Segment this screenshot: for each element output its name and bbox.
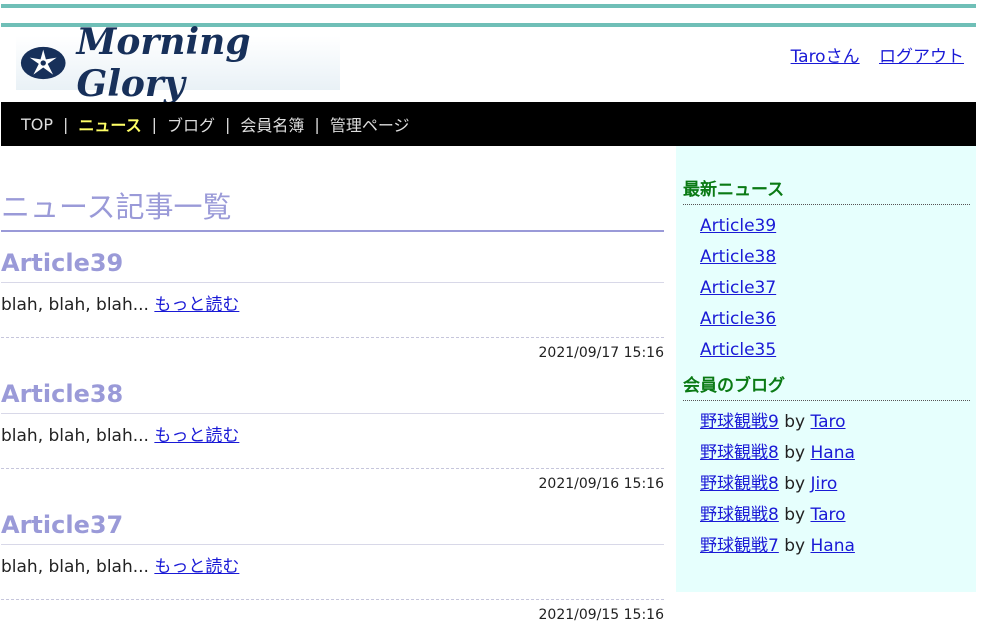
nav-separator: |: [151, 114, 157, 134]
nav-blog[interactable]: ブログ: [167, 112, 215, 136]
article-excerpt-row: blah, blah, blah... もっと読む: [1, 414, 664, 469]
blog-post-link[interactable]: 野球観戦8: [700, 443, 779, 463]
latest-news-link[interactable]: Article38: [700, 247, 776, 267]
article-date: 2021/09/15 15:16: [538, 607, 665, 623]
latest-news-link[interactable]: Article35: [700, 340, 776, 360]
blog-post-link[interactable]: 野球観戦9: [700, 412, 779, 432]
list-item: 野球観戦7 by Hana: [700, 531, 970, 562]
article-excerpt: blah, blah, blah...: [1, 426, 149, 446]
article-date: 2021/09/16 15:16: [538, 476, 665, 492]
article-excerpt: blah, blah, blah...: [1, 295, 149, 315]
user-links: Taroさん ログアウト: [777, 42, 964, 67]
article-item: Article38 blah, blah, blah... もっと読む 2021…: [1, 363, 664, 494]
latest-news-heading: 最新ニュース: [683, 178, 970, 205]
article-item: Article37 blah, blah, blah... もっと読む 2021…: [1, 494, 664, 625]
list-item: Article36: [700, 304, 970, 335]
article-excerpt: blah, blah, blah...: [1, 557, 149, 577]
nav-separator: |: [225, 114, 231, 134]
member-blog-heading: 会員のブログ: [683, 374, 970, 401]
read-more-link[interactable]: もっと読む: [154, 295, 239, 315]
read-more-link[interactable]: もっと読む: [154, 426, 239, 446]
article-title: Article39: [1, 232, 664, 283]
list-item: Article37: [700, 273, 970, 304]
blog-author-link[interactable]: Taro: [811, 505, 846, 525]
article-date: 2021/09/17 15:16: [538, 345, 665, 361]
top-accent-line: [1, 4, 976, 8]
latest-news-list: Article39 Article38 Article37 Article36 …: [683, 211, 970, 366]
list-item: Article38: [700, 242, 970, 273]
blog-author-link[interactable]: Hana: [811, 536, 855, 556]
by-label: by: [784, 505, 806, 525]
list-item: 野球観戦8 by Jiro: [700, 469, 970, 500]
latest-news-link[interactable]: Article37: [700, 278, 776, 298]
site-logo[interactable]: Morning Glory: [16, 21, 340, 105]
page-title: ニュース記事一覧: [1, 190, 664, 232]
list-item: 野球観戦8 by Taro: [700, 500, 970, 531]
by-label: by: [784, 474, 806, 494]
sidebar: 最新ニュース Article39 Article38 Article37 Art…: [676, 146, 976, 592]
article-excerpt-row: blah, blah, blah... もっと読む: [1, 545, 664, 600]
article-item: Article39 blah, blah, blah... もっと読む 2021…: [1, 232, 664, 363]
blog-author-link[interactable]: Jiro: [811, 474, 838, 494]
logo-text: Morning Glory: [76, 21, 251, 105]
blog-author-link[interactable]: Hana: [811, 443, 855, 463]
article-title: Article38: [1, 363, 664, 414]
list-item: Article35: [700, 335, 970, 366]
nav-separator: |: [63, 114, 69, 134]
nav-separator: |: [314, 114, 320, 134]
by-label: by: [784, 443, 806, 463]
nav-members[interactable]: 会員名簿: [240, 112, 304, 136]
blog-post-link[interactable]: 野球観戦8: [700, 474, 779, 494]
user-profile-link[interactable]: Taroさん: [791, 47, 860, 67]
blog-post-link[interactable]: 野球観戦8: [700, 505, 779, 525]
nav-top[interactable]: TOP: [21, 115, 53, 134]
morning-glory-flower-icon: [20, 46, 66, 80]
blog-author-link[interactable]: Taro: [811, 412, 846, 432]
nav-news[interactable]: ニュース: [78, 112, 141, 136]
list-item: 野球観戦8 by Hana: [700, 438, 970, 469]
member-blog-list: 野球観戦9 by Taro 野球観戦8 by Hana 野球観戦8 by Jir…: [683, 407, 970, 562]
read-more-link[interactable]: もっと読む: [154, 557, 239, 577]
latest-news-link[interactable]: Article39: [700, 216, 776, 236]
by-label: by: [784, 412, 806, 432]
article-excerpt-row: blah, blah, blah... もっと読む: [1, 283, 664, 338]
latest-news-link[interactable]: Article36: [700, 309, 776, 329]
article-title: Article37: [1, 494, 664, 545]
main-nav: TOP | ニュース | ブログ | 会員名簿 | 管理ページ: [1, 102, 976, 146]
blog-post-link[interactable]: 野球観戦7: [700, 536, 779, 556]
by-label: by: [784, 536, 806, 556]
logout-link[interactable]: ログアウト: [879, 47, 964, 67]
list-item: 野球観戦9 by Taro: [700, 407, 970, 438]
site-header: Morning Glory Taroさん ログアウト: [1, 21, 976, 105]
list-item: Article39: [700, 211, 970, 242]
nav-admin[interactable]: 管理ページ: [330, 112, 410, 136]
news-list-main: ニュース記事一覧 Article39 blah, blah, blah... も…: [1, 146, 664, 625]
